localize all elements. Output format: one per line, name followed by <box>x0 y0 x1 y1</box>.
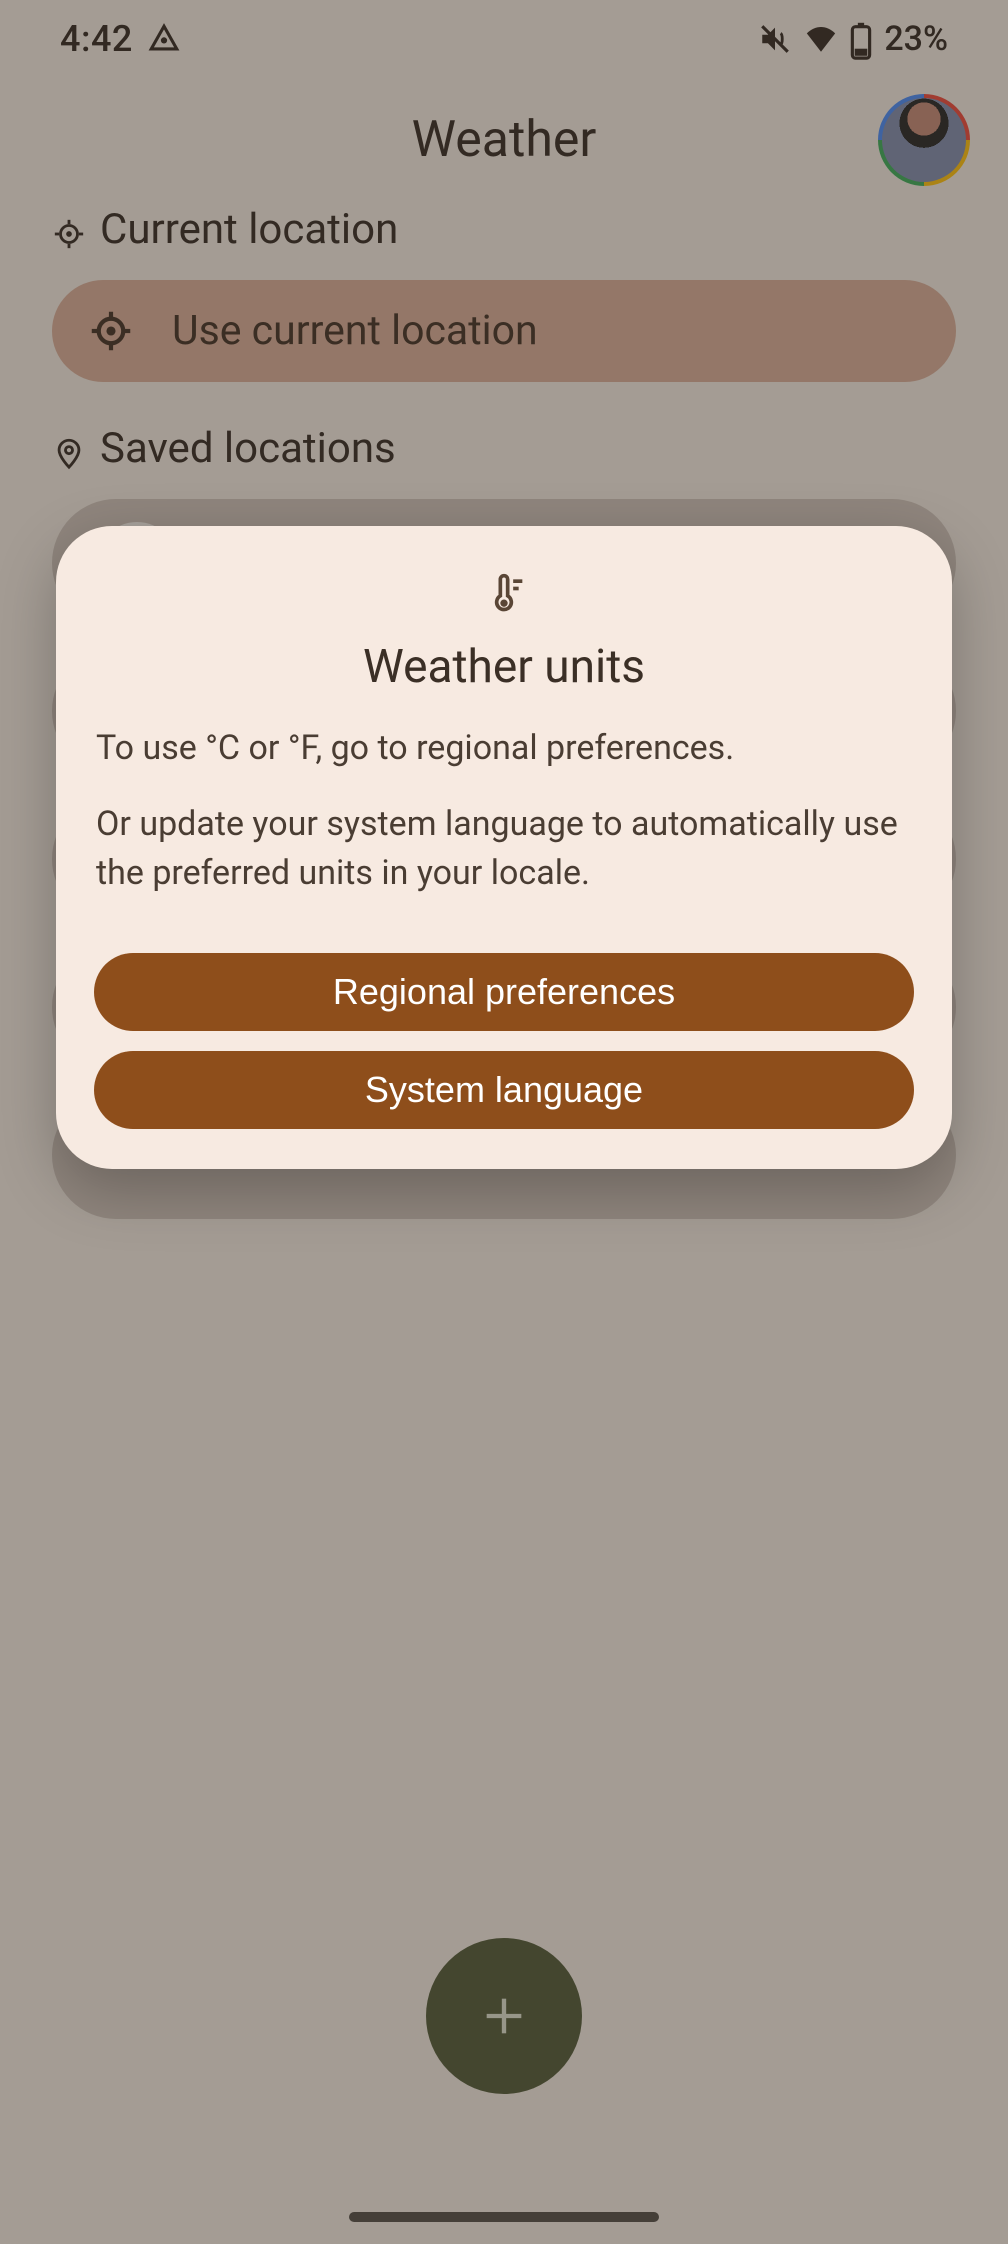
thermometer-icon <box>94 572 914 616</box>
dialog-title: Weather units <box>94 640 914 694</box>
system-language-button[interactable]: System language <box>94 1051 914 1129</box>
regional-preferences-button[interactable]: Regional preferences <box>94 953 914 1031</box>
dialog-body: To use °C or °F, go to regional preferen… <box>94 724 914 897</box>
weather-units-dialog: Weather units To use °C or °F, go to reg… <box>56 526 952 1169</box>
dialog-paragraph: Or update your system language to automa… <box>96 800 912 897</box>
dialog-paragraph: To use °C or °F, go to regional preferen… <box>96 724 912 772</box>
